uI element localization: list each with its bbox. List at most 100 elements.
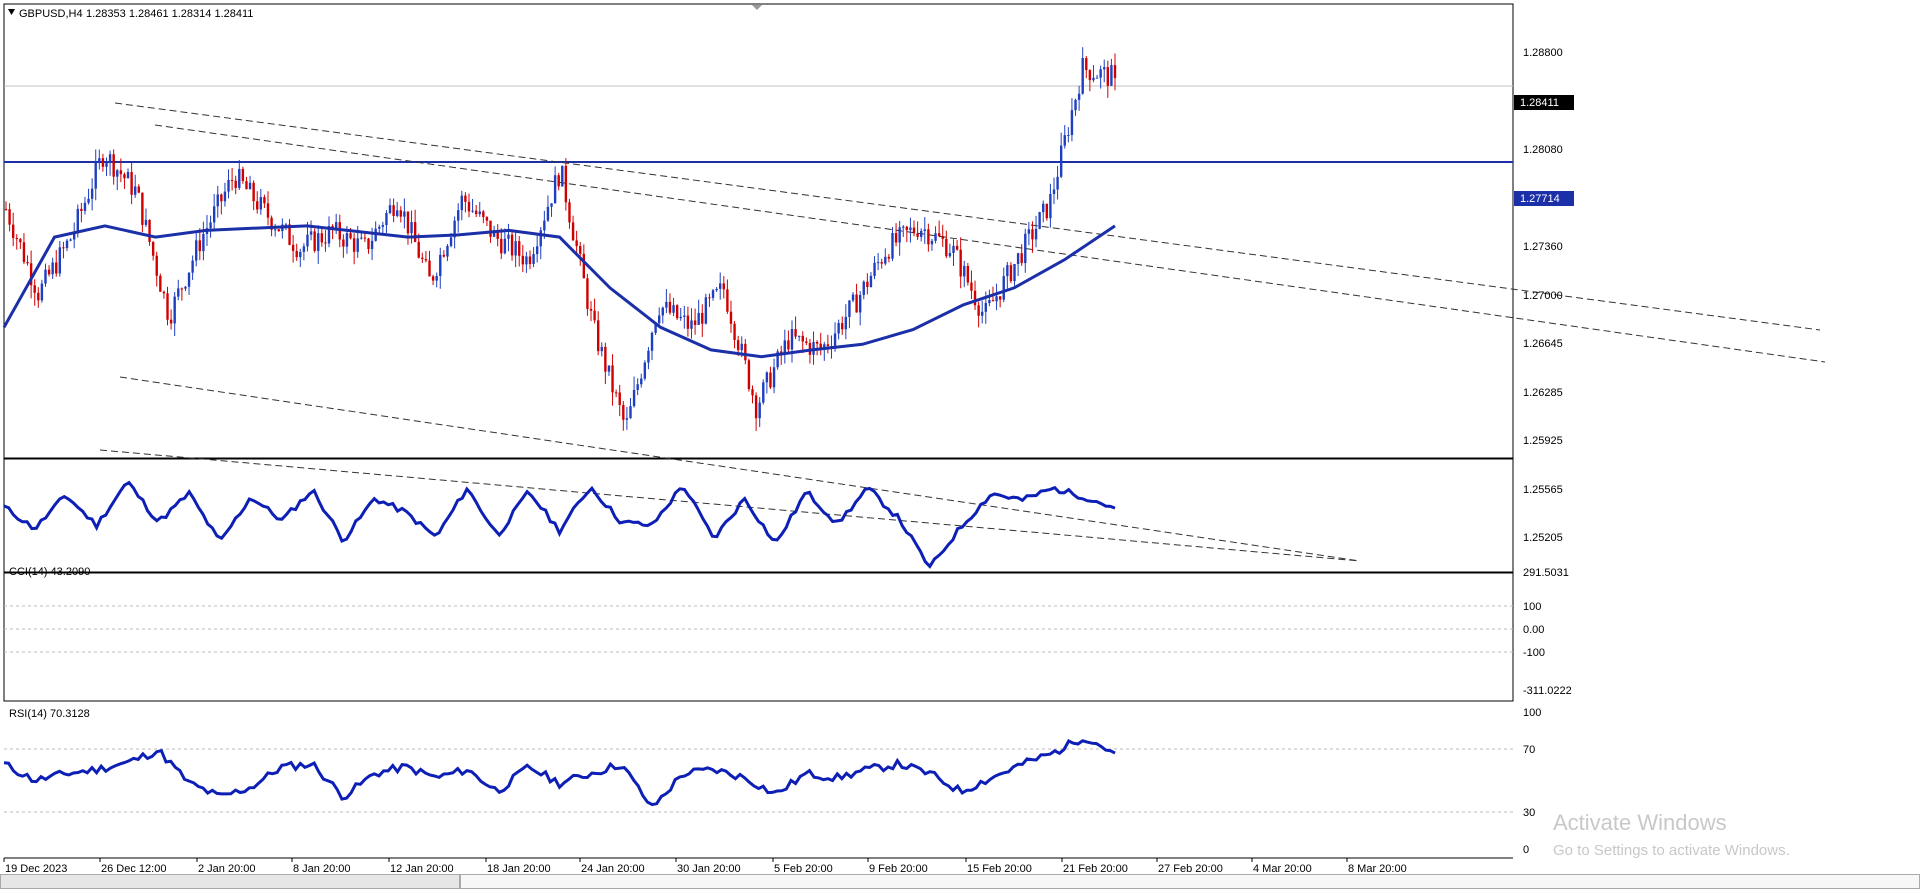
candle-bullish [105, 162, 108, 167]
candle-bullish [636, 384, 639, 390]
candle-bearish [708, 297, 711, 299]
rsi-levels [4, 748, 1513, 813]
candle-bullish [683, 315, 686, 317]
candle-bearish [1113, 65, 1117, 79]
activate-windows-subtitle: Go to Settings to activate Windows. [1553, 842, 1790, 859]
candle-bearish [693, 320, 697, 325]
candle-bearish [518, 241, 521, 256]
candle-bearish [571, 222, 575, 241]
candle-bullish [446, 245, 449, 257]
candle-bearish [528, 256, 532, 264]
candle-bearish [166, 293, 169, 320]
candle-bullish [302, 246, 306, 252]
candle-bearish [130, 171, 133, 195]
candle-bearish [927, 229, 930, 245]
candle-bullish [388, 205, 392, 214]
mt4-chart-window: GBPUSD,H4 1.28353 1.28461 1.28314 1.2841… [0, 0, 1920, 889]
candle-bearish [1020, 253, 1023, 264]
candle-bullish [187, 272, 191, 287]
candle-bearish [112, 154, 115, 177]
candle-bearish [701, 312, 704, 324]
candle-bearish [855, 294, 858, 313]
price-axis: 1.28800 1.28080 1.27360 1.27000 1.26645 … [1523, 47, 1563, 544]
rsi-panel[interactable] [3, 572, 1514, 702]
candle-bullish [772, 367, 776, 388]
candle-bullish [40, 283, 44, 301]
trend-channel[interactable] [99, 102, 1826, 562]
candle-bullish [532, 254, 535, 264]
candle-bullish [647, 350, 650, 363]
candle-bullish [884, 256, 887, 264]
candle-bullish [934, 233, 937, 241]
cci-panel[interactable] [3, 458, 1514, 573]
channel-line-lower-2[interactable] [99, 449, 1361, 562]
chart-tab-area[interactable] [460, 874, 1920, 889]
candle-bullish [539, 230, 542, 247]
candle-bearish [399, 210, 402, 217]
chart-tab-strip[interactable] [0, 874, 460, 889]
cci-axis-tick: -100 [1523, 647, 1545, 659]
channel-line-lower-1[interactable] [119, 376, 1361, 562]
candle-bullish [988, 300, 991, 304]
candle-bullish [507, 234, 510, 239]
candle-bearish [421, 257, 424, 260]
candle-bearish [169, 319, 173, 324]
candle-bullish [740, 343, 743, 351]
candle-bullish [765, 372, 769, 383]
dropdown-triangle-icon[interactable] [8, 9, 15, 15]
candle-bullish [632, 389, 636, 407]
price-tick: 1.27360 [1523, 241, 1563, 253]
price-tick: 1.25925 [1523, 435, 1563, 447]
cci-levels [4, 605, 1513, 653]
candle-bearish [611, 365, 614, 393]
candle-bullish [356, 238, 359, 252]
candle-bearish [970, 282, 973, 291]
candle-bullish [848, 300, 851, 317]
candle-bullish [273, 229, 277, 231]
candle-bearish [162, 291, 166, 294]
candle-bullish [435, 275, 438, 281]
candle-bullish [284, 224, 288, 226]
main-price-panel[interactable] [3, 3, 1514, 459]
channel-line-upper-1[interactable] [114, 102, 1821, 331]
candle-bearish [596, 320, 600, 352]
candle-bearish [180, 288, 184, 290]
candle-bullish [134, 186, 137, 195]
candle-bearish [151, 241, 155, 256]
candle-bullish [858, 294, 862, 313]
price-tick: 1.28800 [1523, 47, 1563, 59]
candle-bearish [912, 227, 916, 234]
candle-bullish [1059, 145, 1063, 177]
candle-bullish [410, 222, 413, 234]
candle-bearish [55, 262, 58, 274]
candle-bearish [467, 201, 471, 212]
candle-bearish [363, 237, 367, 239]
candle-bearish [880, 262, 883, 264]
candle-bullish [1002, 276, 1005, 300]
candle-bearish [367, 238, 370, 250]
candle-bullish [984, 303, 987, 312]
candle-bullish [90, 188, 94, 199]
candle-bullish [543, 220, 546, 231]
candle-bullish [1074, 99, 1077, 111]
chart-canvas[interactable]: GBPUSD,H4 1.28353 1.28461 1.28314 1.2841… [0, 0, 1920, 889]
candle-bullish [535, 246, 539, 255]
candle-bullish [370, 240, 374, 250]
candle-bearish [582, 253, 586, 279]
candle-bullish [1016, 253, 1020, 265]
candle-bearish [220, 194, 223, 202]
candle-bearish [794, 329, 797, 337]
candle-bullish [216, 194, 219, 207]
candle-bearish [11, 224, 15, 239]
chart-shift-marker-icon[interactable] [752, 5, 762, 10]
candle-bearish [937, 233, 941, 237]
candle-bearish [4, 208, 8, 210]
cci-axis-tick: -311.0222 [1523, 685, 1572, 697]
candle-bullish [1038, 212, 1041, 229]
channel-line-upper-2[interactable] [154, 124, 1826, 363]
candle-bullish [952, 245, 955, 254]
candle-bullish [478, 211, 481, 215]
candle-bullish [525, 256, 528, 265]
cci-axis-tick: 0.00 [1523, 624, 1544, 636]
candle-bearish [245, 181, 248, 190]
